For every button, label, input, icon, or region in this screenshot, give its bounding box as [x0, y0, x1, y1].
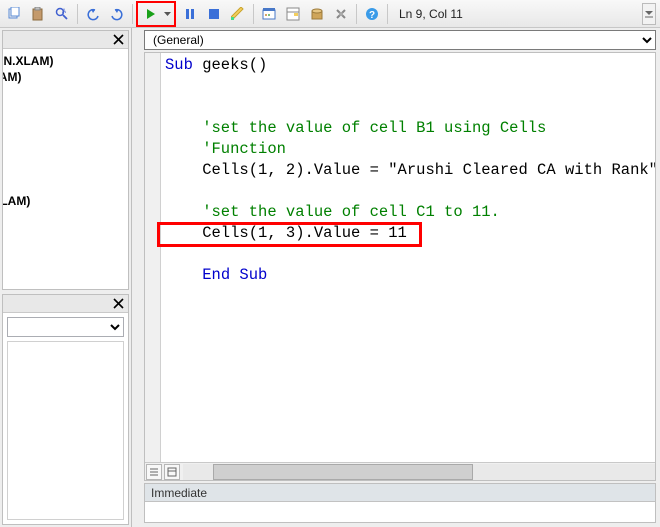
toolbox-icon[interactable]	[330, 3, 352, 25]
procedure-view-icon[interactable]	[146, 464, 162, 480]
immediate-window-title: Immediate	[145, 484, 655, 502]
tree-item[interactable]: .XLAM)	[3, 85, 128, 101]
properties-grid[interactable]	[7, 341, 124, 520]
tree-item[interactable]: Sheet1)	[3, 133, 128, 149]
code-editor[interactable]: Sub geeks() 'set the value of cell B1 us…	[144, 52, 656, 481]
code-text[interactable]: Sub geeks() 'set the value of cell B1 us…	[161, 55, 655, 462]
stop-icon[interactable]	[203, 3, 225, 25]
help-icon[interactable]: ?	[361, 3, 383, 25]
paste-icon[interactable]	[27, 3, 49, 25]
run-dropdown-icon[interactable]	[162, 3, 172, 25]
svg-text:?: ?	[369, 10, 375, 21]
left-panel: ATPVBAEN.XLAM)TOOL.XLAM).XLAM)ok1)el Obj…	[0, 28, 132, 527]
tree-item[interactable]: el Objects	[3, 117, 128, 133]
tree-item[interactable]: TOOL.XLAM)	[3, 69, 128, 85]
close-icon[interactable]	[111, 296, 126, 311]
properties-object-select[interactable]	[7, 317, 124, 337]
run-icon[interactable]	[140, 3, 162, 25]
run-button-highlight	[136, 1, 176, 27]
properties-pane	[2, 294, 129, 525]
immediate-window[interactable]: Immediate	[144, 483, 656, 523]
copy-icon[interactable]	[3, 3, 25, 25]
redo-icon[interactable]	[106, 3, 128, 25]
svg-text:A: A	[62, 9, 66, 15]
project-explorer-icon[interactable]	[258, 3, 280, 25]
tree-item[interactable]: ok1)	[3, 101, 128, 117]
find-icon[interactable]: A	[51, 3, 73, 25]
main-toolbar: A ? Ln 9, Col 11	[0, 0, 660, 28]
tree-item[interactable]: ATPVBAEN.XLAM)	[3, 53, 128, 69]
undo-icon[interactable]	[82, 3, 104, 25]
pause-icon[interactable]	[179, 3, 201, 25]
code-panel: (General) Sub geeks() 'set the value of …	[132, 28, 660, 527]
properties-window-icon[interactable]	[282, 3, 304, 25]
tree-item[interactable]	[3, 165, 128, 193]
object-dropdown[interactable]: (General)	[144, 30, 656, 50]
breakpoint-gutter[interactable]	[145, 53, 161, 462]
object-browser-icon[interactable]	[306, 3, 328, 25]
hscroll-thumb[interactable]	[213, 464, 473, 480]
close-icon[interactable]	[111, 32, 126, 47]
cursor-position-readout: Ln 9, Col 11	[399, 7, 463, 21]
toolbar-grip-icon[interactable]	[642, 3, 656, 25]
tree-item[interactable]: kbook	[3, 149, 128, 165]
editor-scrollbar[interactable]	[145, 462, 655, 480]
hscroll-track[interactable]	[183, 464, 655, 480]
project-explorer-pane: ATPVBAEN.XLAM)TOOL.XLAM).XLAM)ok1)el Obj…	[2, 30, 129, 290]
project-tree[interactable]: ATPVBAEN.XLAM)TOOL.XLAM).XLAM)ok1)el Obj…	[3, 49, 128, 264]
full-module-view-icon[interactable]	[164, 464, 180, 480]
tree-item[interactable]: NCRES.XLAM)	[3, 193, 128, 209]
design-mode-icon[interactable]	[227, 3, 249, 25]
